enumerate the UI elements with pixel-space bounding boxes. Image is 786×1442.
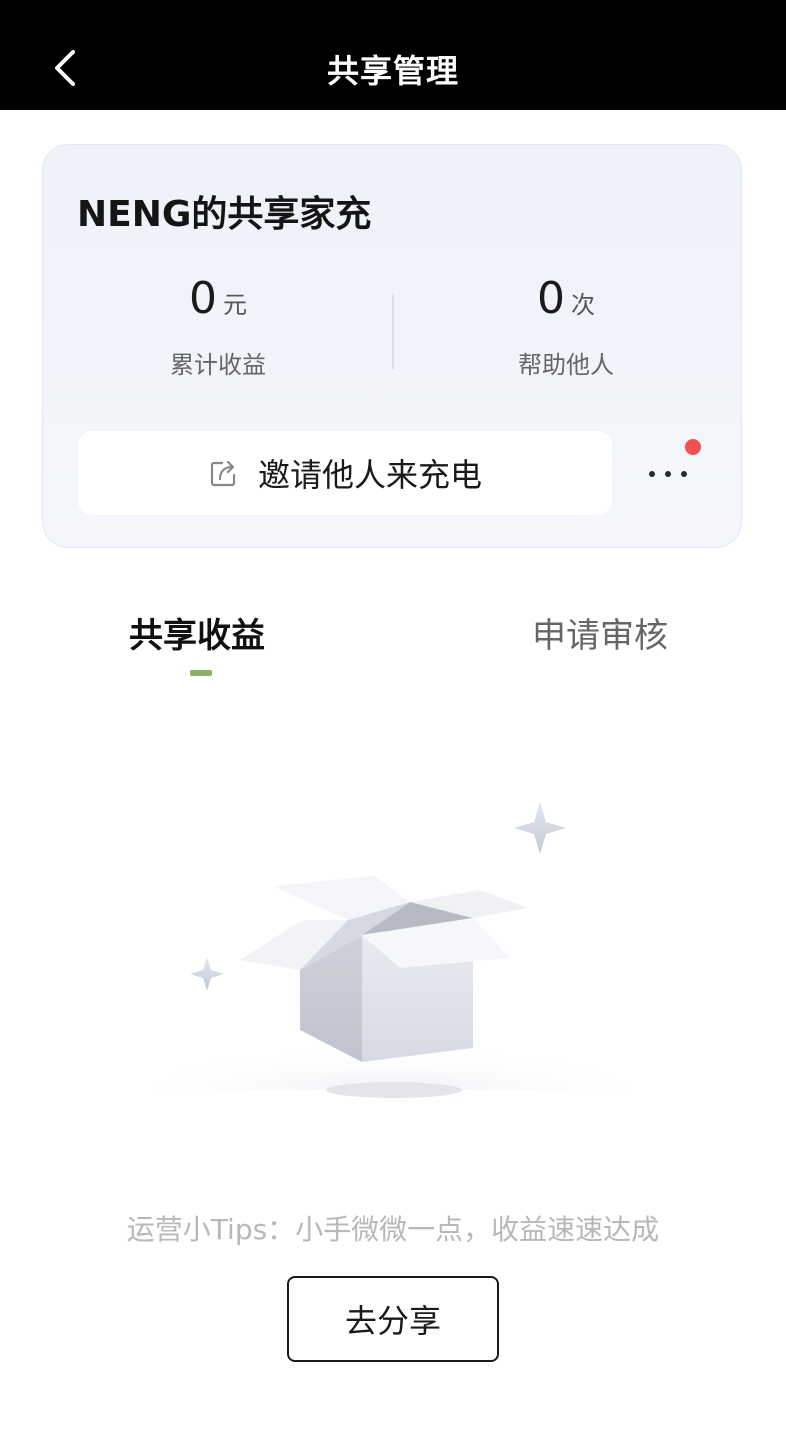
earnings-unit: 元 <box>223 291 247 319</box>
tab-share-earnings[interactable]: 共享收益 <box>129 608 265 657</box>
go-share-button[interactable]: 去分享 <box>287 1276 499 1362</box>
share-icon <box>210 460 236 487</box>
helped-unit: 次 <box>571 291 595 319</box>
tab-application-review[interactable]: 申请审核 <box>532 608 668 657</box>
share-summary-card: NENG的共享家充 0元 累计收益 0次 帮助他人 邀请他人来充电 <box>42 144 742 548</box>
more-dots-icon <box>649 471 655 477</box>
earnings-label: 累计收益 <box>170 351 266 379</box>
tips-text: 运营小Tips：小手微微一点，收益速速达成 <box>126 1213 660 1246</box>
more-button[interactable] <box>643 439 701 495</box>
invite-button[interactable]: 邀请他人来充电 <box>78 431 612 515</box>
card-title: NENG的共享家充 <box>77 194 372 235</box>
earnings-value: 0 <box>189 273 217 324</box>
nav-bar: 共享管理 <box>0 0 786 110</box>
active-tab-indicator <box>190 670 212 676</box>
helped-value: 0 <box>537 273 565 324</box>
helped-stat: 0次 帮助他人 <box>436 273 696 380</box>
stat-divider <box>392 295 394 369</box>
helped-label: 帮助他人 <box>518 351 614 379</box>
more-dot <box>681 471 687 477</box>
notification-dot <box>685 439 701 455</box>
more-dot <box>665 471 671 477</box>
earnings-stat: 0元 累计收益 <box>88 273 348 380</box>
page-title: 共享管理 <box>326 52 459 90</box>
invite-button-label: 邀请他人来充电 <box>257 456 482 494</box>
empty-box-illustration <box>150 802 630 1098</box>
